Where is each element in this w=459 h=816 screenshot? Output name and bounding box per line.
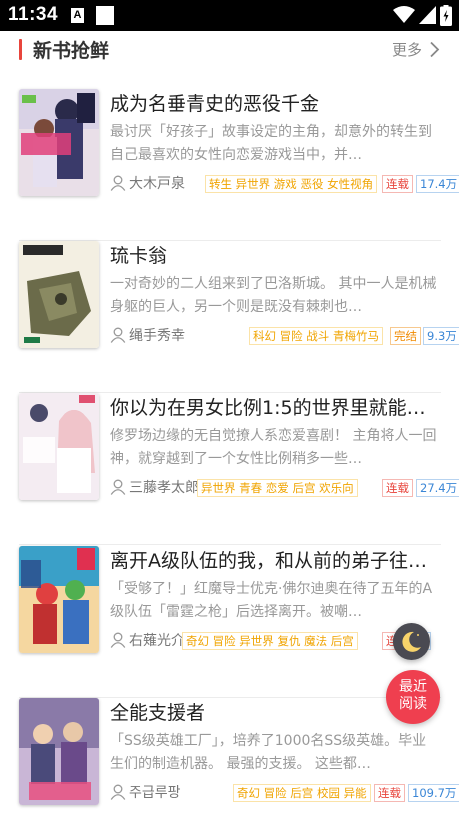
book-cover[interactable] [19, 546, 99, 653]
user-icon [110, 632, 126, 648]
word-count-badge: 27.4万 [416, 479, 459, 497]
word-count-badge: 109.7万 [408, 784, 459, 802]
book-author: 大木戸泉 [129, 176, 185, 192]
moon-icon [402, 631, 421, 652]
section-accent-bar [19, 39, 22, 60]
section-title: 新书抢鲜 [33, 40, 110, 62]
book-meta: 大木戸泉 转生 异世界 游戏 恶役 女性视角 连载 17.4万 [110, 173, 459, 193]
book-author: 右薙光介 [129, 633, 185, 649]
book-item[interactable]: 你以为在男女比例1:5的世界里就能… 修罗场边缘的无自觉撩人系恋爱喜剧！ 主角将… [19, 393, 459, 545]
book-meta: 绳手秀幸 科幻 冒险 战斗 青梅竹马 完结 9.3万 [110, 325, 459, 345]
book-cover[interactable] [19, 393, 99, 500]
book-description: 修罗场边缘的无自觉撩人系恋爱喜剧！ 主角将人一回神，就穿越到了一个女性比例稍多一… [110, 428, 437, 467]
signal-icon [419, 6, 436, 24]
word-count-badge: 17.4万 [416, 175, 459, 193]
notification-square-icon [96, 6, 114, 25]
book-tags: 转生 异世界 游戏 恶役 女性视角 [205, 175, 378, 193]
book-item[interactable]: 全能支援者 「SS级英雄工厂」，培养了1000名SS级英雄。毕业生们的制造机器。… [19, 698, 459, 816]
status-badge: 连载 [382, 175, 413, 193]
night-mode-button[interactable] [393, 623, 430, 660]
status-time: 11:34 [8, 4, 59, 25]
wifi-icon [393, 6, 415, 23]
recent-reading-label-line1: 最近 [399, 679, 427, 695]
user-icon [110, 175, 126, 191]
book-title[interactable]: 琉卡翁 [110, 241, 440, 268]
book-author: 绳手秀幸 [129, 328, 185, 344]
book-cover[interactable] [19, 241, 99, 348]
book-description: 最讨厌「好孩子」故事设定的主角，却意外的转生到自己最喜欢的女性向恋爱游戏当中，并… [110, 124, 432, 163]
user-icon [110, 479, 126, 495]
status-bar: 11:34 A [0, 0, 459, 31]
book-tags: 异世界 青春 恋爱 后宫 欢乐向 [197, 479, 358, 497]
book-meta: 三藤孝太郎 异世界 青春 恋爱 后宫 欢乐向 连载 27.4万 [110, 477, 459, 497]
notification-a-icon: A [71, 8, 84, 23]
book-meta: 右薙光介 奇幻 冒险 异世界 复仇 魔法 后宫 连载 3 [110, 630, 441, 650]
status-badge: 完结 [390, 327, 421, 345]
word-count-badge: 9.3万 [423, 327, 459, 345]
more-link[interactable]: 更多 [392, 39, 422, 60]
book-item[interactable]: 成为名垂青史的恶役千金 最讨厌「好孩子」故事设定的主角，却意外的转生到自己最喜欢… [19, 89, 459, 241]
book-description: 一对奇妙的二人组来到了巴洛斯城。 其中一人是机械身躯的巨人，另一个则是既没有棘刺… [110, 276, 437, 315]
book-tags: 奇幻 冒险 异世界 复仇 魔法 后宫 [182, 632, 358, 650]
book-cover[interactable] [19, 89, 99, 196]
book-item[interactable]: 琉卡翁 一对奇妙的二人组来到了巴洛斯城。 其中一人是机械身躯的巨人，另一个则是既… [19, 241, 459, 393]
book-author: 주급루팡 [129, 785, 181, 801]
user-icon [110, 784, 126, 800]
book-item[interactable]: 离开A级队伍的我，和从前的弟子往… 「受够了！」红魔导士优克·佛尔迪奥在待了五年… [19, 546, 441, 698]
book-tags: 奇幻 冒险 后宫 校园 异能 [233, 784, 371, 802]
book-author: 三藤孝太郎 [129, 480, 199, 496]
chevron-right-icon[interactable] [429, 41, 440, 58]
book-description: 「SS级英雄工厂」，培养了1000名SS级英雄。毕业生们的制造机器。 最强的支援… [110, 733, 427, 772]
recent-reading-button[interactable]: 最近 阅读 [386, 670, 440, 724]
book-tags: 科幻 冒险 战斗 青梅竹马 [249, 327, 383, 345]
recent-reading-label-line2: 阅读 [399, 696, 427, 712]
book-meta: 주급루팡 奇幻 冒险 后宫 校园 异能 连载 109.7万 [110, 782, 459, 802]
status-badge: 连载 [374, 784, 405, 802]
book-cover[interactable] [19, 698, 99, 805]
book-description: 「受够了！」红魔导士优克·佛尔迪奥在待了五年的A级队伍「雷霆之枪」后选择离开。被… [110, 581, 433, 620]
status-badge: 连载 [382, 479, 413, 497]
user-icon [110, 327, 126, 343]
book-title[interactable]: 离开A级队伍的我，和从前的弟子往… [110, 546, 440, 573]
book-title[interactable]: 你以为在男女比例1:5的世界里就能… [110, 393, 440, 420]
battery-charging-icon [440, 5, 452, 26]
book-title[interactable]: 成为名垂青史的恶役千金 [110, 89, 440, 116]
